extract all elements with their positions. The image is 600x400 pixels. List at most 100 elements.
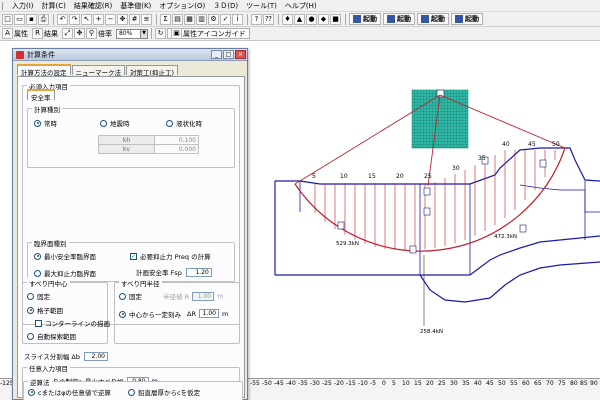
center-grid-radio[interactable]: 格子範囲: [27, 305, 63, 315]
dialog-tabs: 計算方法の設定 ニューマーク法 対策工(抑止工): [17, 64, 179, 77]
ruler-tick: 25: [438, 380, 446, 387]
open-file-icon[interactable]: ▭: [14, 13, 25, 25]
reverse-thickness-radio[interactable]: 鉛直層厚からcを仮定: [128, 387, 200, 397]
reverse-c-phi-radio[interactable]: cまたはφの任意値で逆算: [28, 387, 111, 397]
check-icon[interactable]: ✓: [220, 13, 231, 25]
calc-type-label: 計算種別: [32, 104, 62, 114]
kh-value[interactable]: 0.100: [154, 135, 199, 145]
chart-icon[interactable]: ▤: [172, 13, 183, 25]
tool-e-icon[interactable]: ■: [330, 13, 341, 25]
help-icon[interactable]: ?: [251, 13, 262, 25]
tool-d-icon[interactable]: ◆: [318, 13, 329, 25]
magnifier-icon[interactable]: ⚲: [86, 28, 97, 39]
plan-sf-input[interactable]: 1.20: [185, 267, 212, 277]
select-icon[interactable]: ↖: [81, 13, 92, 25]
settings-icon[interactable]: ⚙: [208, 13, 219, 25]
menu-3d[interactable]: ３Ｄ(D): [209, 1, 242, 11]
contour-checkbox[interactable]: コンターラインの描画: [35, 318, 110, 328]
tab-newmark[interactable]: ニューマーク法: [71, 65, 125, 77]
report-icon[interactable]: ▥: [196, 13, 207, 25]
result-toggle[interactable]: R 結果: [32, 28, 58, 39]
fit-view-icon[interactable]: ⤢: [62, 28, 73, 39]
ruler-tick: 5: [392, 380, 396, 387]
menu-standard[interactable]: 基準値(K): [116, 1, 155, 11]
calc-icon[interactable]: Σ: [160, 13, 171, 25]
new-file-icon[interactable]: □: [2, 13, 13, 25]
bedrock-line: [419, 261, 600, 303]
menu-calc[interactable]: 計算(C): [38, 1, 70, 11]
zoom-in-icon[interactable]: +: [93, 13, 104, 25]
ruler-tick: 70: [546, 380, 554, 387]
calc-type-seismic-radio[interactable]: 地震時: [100, 118, 130, 128]
minimize-icon[interactable]: _: [211, 50, 222, 59]
kv-value[interactable]: 0.000: [154, 144, 199, 154]
ruler-tick: -55: [250, 380, 260, 387]
radius-value-input[interactable]: 1.00: [192, 291, 215, 301]
ruler-tick: 65: [534, 380, 542, 387]
critical-max-force-radio[interactable]: 最大抑止力臨界面: [34, 268, 96, 278]
tab-calc-method[interactable]: 計算方法の設定: [17, 64, 71, 77]
slice-label: 10: [340, 173, 348, 180]
calc-type-normal-radio[interactable]: 常時: [34, 118, 57, 128]
ruler-tick: -30: [310, 380, 320, 387]
ruler-tick: 45: [486, 380, 494, 387]
ruler-tick: 10: [402, 380, 410, 387]
slice-label: 20: [396, 173, 404, 180]
close-icon[interactable]: ×: [235, 50, 246, 59]
radio-dot: [28, 388, 35, 396]
dialog-title: 計算条件: [27, 50, 55, 59]
center-fixed-radio[interactable]: 固定: [27, 291, 50, 301]
ruler-tick: 35: [462, 380, 470, 387]
table-icon[interactable]: ▦: [184, 13, 195, 25]
zoom-out-icon[interactable]: −: [105, 13, 116, 25]
menu-results[interactable]: 結果確認(R): [70, 1, 116, 11]
need-force-checkbox[interactable]: ✓ 必要抑止力 Preq の計算: [130, 251, 211, 261]
zoom-select[interactable]: 80% ▼: [116, 28, 148, 39]
critical-min-sf-radio[interactable]: 最小安全率臨界面: [34, 251, 96, 261]
pan-icon[interactable]: ✥: [117, 13, 128, 25]
print-icon[interactable]: ⎙: [38, 13, 49, 25]
radius-from-center-radio[interactable]: 中心から一定刻み: [119, 309, 181, 319]
radius-fixed-radio[interactable]: 固定: [119, 291, 142, 301]
tab-countermeasure[interactable]: 対策工(抑止工): [126, 65, 179, 77]
layer-icon[interactable]: ≡: [141, 13, 152, 25]
save-icon[interactable]: ▪: [26, 13, 37, 25]
move-view-icon[interactable]: ✥: [74, 28, 85, 39]
tab-safety-factor[interactable]: 安全率: [27, 89, 55, 102]
reverse-method-label: 逆算法: [28, 377, 52, 387]
zoom-label: 倍率: [98, 29, 112, 38]
dialog-title-bar[interactable]: 計算条件 _ □ ×: [13, 49, 247, 61]
menu-option[interactable]: オプション(O): [155, 1, 209, 11]
slice-label: 45: [528, 141, 536, 148]
auto-search-radio[interactable]: 自動探索範囲: [27, 331, 76, 341]
redraw-icon[interactable]: ↻: [155, 28, 166, 39]
launch-button-2[interactable]: 起動: [383, 13, 415, 25]
ruler-tick: -35: [298, 380, 308, 387]
launch-button-1[interactable]: 起動: [349, 13, 381, 25]
radio-dot: [27, 332, 34, 340]
ruler-tick: 90: [590, 380, 598, 387]
context-help-icon[interactable]: ⁇: [263, 13, 274, 25]
tool-a-icon[interactable]: ♦: [282, 13, 293, 25]
kv-label: kv: [98, 144, 155, 154]
tool-b-icon[interactable]: ▲: [294, 13, 305, 25]
info-icon[interactable]: i: [232, 13, 243, 25]
attribute-toggle[interactable]: A 属性: [2, 28, 28, 39]
delta-r-input[interactable]: 1.00: [198, 309, 219, 318]
attribute-icon: A: [2, 28, 13, 39]
calc-type-liquefaction-radio[interactable]: 液状化時: [166, 118, 202, 128]
maximize-icon[interactable]: □: [223, 50, 234, 59]
redo-icon[interactable]: ↷: [69, 13, 80, 25]
menu-tools[interactable]: ツール(T): [242, 1, 281, 11]
guide-icon: ▣: [171, 28, 182, 39]
menu-input[interactable]: 入力(I): [8, 1, 38, 11]
slice-width-input[interactable]: 2.00: [83, 351, 108, 361]
grid-icon[interactable]: #: [129, 13, 140, 25]
slice-label: 25: [424, 173, 432, 180]
attribute-icon-guide-button[interactable]: ▣ 属性アイコンガイド: [167, 28, 250, 39]
tool-c-icon[interactable]: ●: [306, 13, 317, 25]
launch-button-4[interactable]: 起動: [451, 13, 483, 25]
menu-help[interactable]: ヘルプ(H): [281, 1, 321, 11]
undo-icon[interactable]: ↶: [57, 13, 68, 25]
launch-button-3[interactable]: 起動: [417, 13, 449, 25]
